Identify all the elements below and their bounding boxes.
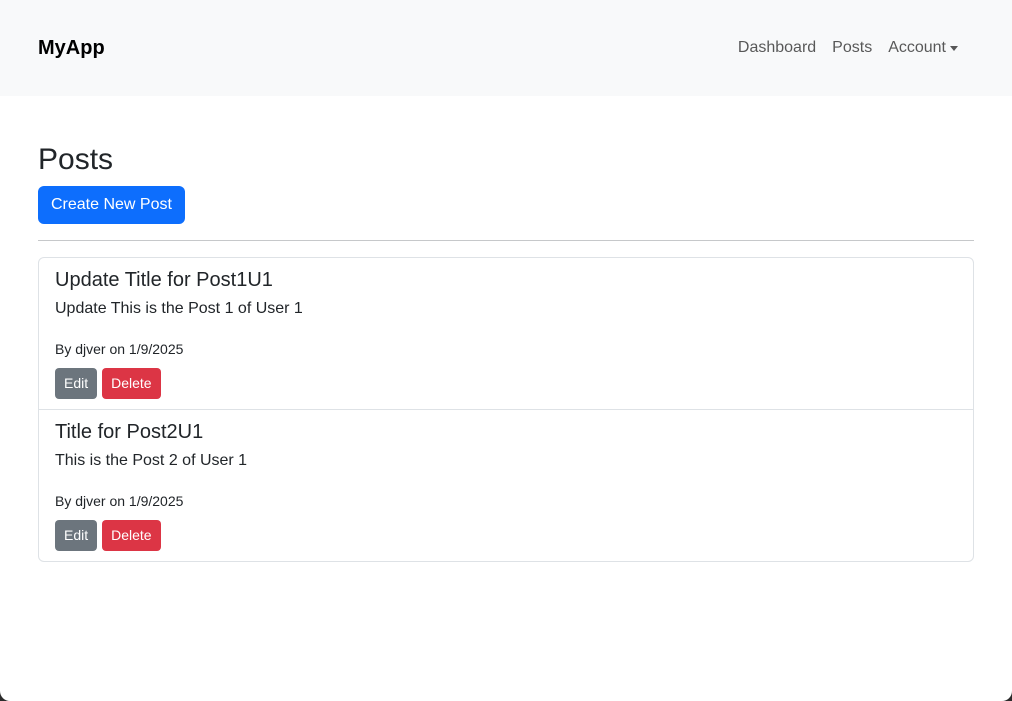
post-body: Update This is the Post 1 of User 1 xyxy=(55,300,303,317)
nav-links: Dashboard Posts Account xyxy=(730,31,966,65)
post-meta: By djver on 1/9/2025 xyxy=(55,493,184,509)
post-body: This is the Post 2 of User 1 xyxy=(55,452,248,469)
edit-button[interactable]: Edit xyxy=(55,368,98,399)
nav-link-dashboard[interactable]: Dashboard xyxy=(730,31,824,65)
main-content: Posts Create New Post Update Title for P… xyxy=(0,142,1012,562)
post-actions: Edit Delete xyxy=(55,520,957,551)
caret-down-icon xyxy=(950,45,958,51)
post-item: Title for Post2U1 This is the Post 2 of … xyxy=(39,409,973,561)
posts-list: Update Title for Post1U1 Update This is … xyxy=(38,257,974,562)
post-item: Update Title for Post1U1 Update This is … xyxy=(39,258,973,409)
navbar: MyApp Dashboard Posts Account xyxy=(0,0,1012,96)
nav-dropdown-account-label: Account xyxy=(888,39,946,56)
browser-viewport: MyApp Dashboard Posts Account Posts Crea… xyxy=(0,0,1012,701)
post-actions: Edit Delete xyxy=(55,368,957,399)
post-meta: By djver on 1/9/2025 xyxy=(55,341,184,357)
edit-button[interactable]: Edit xyxy=(55,520,98,551)
delete-button[interactable]: Delete xyxy=(102,520,161,551)
post-title: Title for Post2U1 xyxy=(55,421,204,443)
divider xyxy=(38,240,974,241)
delete-button[interactable]: Delete xyxy=(102,368,161,399)
nav-link-posts[interactable]: Posts xyxy=(824,31,880,65)
brand-logo[interactable]: MyApp xyxy=(38,37,105,60)
nav-dropdown-account[interactable]: Account xyxy=(880,31,966,65)
create-post-button[interactable]: Create New Post xyxy=(38,186,185,224)
post-title: Update Title for Post1U1 xyxy=(55,269,273,291)
page-title: Posts xyxy=(38,143,114,176)
